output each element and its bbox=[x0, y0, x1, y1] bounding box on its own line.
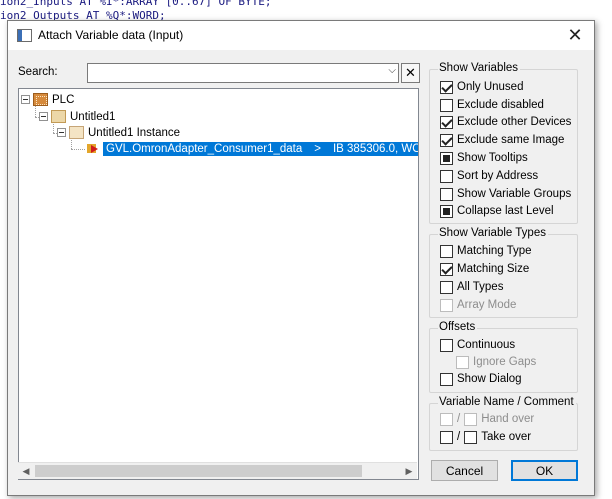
collapse-icon[interactable] bbox=[39, 112, 48, 121]
checkbox-label: Only Unused bbox=[457, 81, 524, 93]
checkbox-unchecked[interactable] bbox=[440, 187, 453, 201]
checkbox-label: All Types bbox=[457, 281, 504, 293]
only-unused-checkbox[interactable]: Only Unused bbox=[440, 79, 523, 95]
variable-link-icon bbox=[87, 143, 100, 154]
horizontal-scrollbar[interactable]: ◀ ▶ bbox=[18, 462, 417, 479]
checkbox-label: Matching Size bbox=[457, 263, 530, 275]
variable-address: IB 385306.0, WOR bbox=[332, 142, 418, 155]
show-variables-title: Show Variables bbox=[438, 62, 521, 74]
instance-icon bbox=[69, 126, 84, 139]
collapse-last-level-checkbox[interactable]: Collapse last Level bbox=[440, 203, 554, 219]
checkbox-label: Hand over bbox=[481, 413, 535, 425]
scrollbar-thumb[interactable] bbox=[35, 465, 362, 477]
variable-name-comment-title: Variable Name / Comment bbox=[438, 396, 576, 408]
code-line-inputs: ion2_Inputs AT %I*:ARRAY [0..67] OF BYTE… bbox=[0, 0, 272, 8]
tree-node-plc[interactable]: PLC bbox=[21, 92, 74, 107]
separator-slash: / bbox=[457, 431, 461, 443]
tree-node-label: Untitled1 bbox=[70, 110, 116, 123]
sort-by-address-checkbox[interactable]: Sort by Address bbox=[440, 168, 538, 184]
ok-button[interactable]: OK bbox=[511, 460, 578, 481]
exclude-disabled-checkbox[interactable]: Exclude disabled bbox=[440, 97, 544, 113]
dialog-title: Attach Variable data (Input) bbox=[38, 28, 184, 42]
tree-node-label: PLC bbox=[52, 93, 75, 106]
checkbox-disabled bbox=[440, 298, 453, 312]
plc-icon bbox=[33, 93, 48, 106]
matching-type-checkbox[interactable]: Matching Type bbox=[440, 243, 532, 259]
checkbox-disabled bbox=[456, 355, 469, 369]
checkbox-checked[interactable] bbox=[440, 80, 453, 94]
checkbox-label: Array Mode bbox=[457, 299, 517, 311]
checkbox-unchecked[interactable] bbox=[440, 98, 453, 112]
checkbox-label: Exclude disabled bbox=[457, 99, 544, 111]
chevron-down-icon[interactable]: ⌵ bbox=[388, 65, 396, 76]
variable-tree[interactable]: PLC Untitled1 Untitled1 Instance GVL.Omr… bbox=[18, 88, 419, 480]
tree-node-untitled1[interactable]: Untitled1 bbox=[39, 109, 115, 124]
collapse-icon[interactable] bbox=[21, 95, 30, 104]
show-dialog-checkbox[interactable]: Show Dialog bbox=[440, 371, 522, 387]
variable-name: GVL.OmronAdapter_Consumer1_data bbox=[106, 142, 303, 155]
checkbox-unchecked[interactable] bbox=[440, 244, 453, 258]
show-tooltips-checkbox[interactable]: Show Tooltips bbox=[440, 150, 528, 166]
exclude-same-image-checkbox[interactable]: Exclude same Image bbox=[440, 132, 564, 148]
checkbox-label: Matching Type bbox=[457, 245, 532, 257]
array-mode-checkbox: Array Mode bbox=[440, 297, 516, 313]
checkbox-unchecked[interactable] bbox=[464, 430, 478, 444]
checkbox-label: Show Variable Groups bbox=[457, 188, 572, 200]
attach-variable-dialog: Attach Variable data (Input) ✕ Search: ⌵… bbox=[7, 20, 595, 496]
take-over-row[interactable]: / Take over bbox=[440, 429, 531, 445]
checkbox-label: Continuous bbox=[457, 339, 516, 351]
checkbox-unchecked[interactable] bbox=[440, 280, 453, 294]
ignore-gaps-checkbox: Ignore Gaps bbox=[456, 354, 536, 370]
checkbox-label: Take over bbox=[481, 431, 532, 443]
show-variable-groups-checkbox[interactable]: Show Variable Groups bbox=[440, 186, 571, 202]
selected-variable[interactable]: GVL.OmronAdapter_Consumer1_data > IB 385… bbox=[103, 141, 418, 156]
checkbox-unchecked[interactable] bbox=[440, 430, 453, 444]
scroll-left-icon[interactable]: ◀ bbox=[18, 463, 34, 479]
checkbox-disabled bbox=[464, 412, 478, 426]
checkbox-label: Ignore Gaps bbox=[473, 356, 537, 368]
arrow-separator: > bbox=[314, 142, 321, 155]
checkbox-unchecked[interactable] bbox=[440, 169, 453, 183]
search-input[interactable]: ⌵ bbox=[87, 63, 399, 83]
collapse-icon[interactable] bbox=[57, 128, 66, 137]
cancel-button[interactable]: Cancel bbox=[431, 460, 498, 481]
search-label: Search: bbox=[18, 66, 58, 78]
tree-node-untitled1-instance[interactable]: Untitled1 Instance bbox=[57, 125, 180, 140]
checkbox-label: Collapse last Level bbox=[457, 205, 554, 217]
checkbox-indeterminate[interactable] bbox=[440, 151, 453, 165]
checkbox-indeterminate[interactable] bbox=[440, 204, 453, 218]
close-icon[interactable]: ✕ bbox=[564, 24, 586, 46]
show-variable-types-title: Show Variable Types bbox=[438, 227, 548, 239]
window-icon bbox=[17, 29, 32, 42]
checkbox-unchecked[interactable] bbox=[440, 338, 453, 352]
separator-slash: / bbox=[457, 413, 461, 425]
offsets-title: Offsets bbox=[438, 321, 478, 333]
checkbox-unchecked[interactable] bbox=[440, 372, 453, 386]
checkbox-checked[interactable] bbox=[440, 262, 453, 276]
all-types-checkbox[interactable]: All Types bbox=[440, 279, 503, 295]
hand-over-row: / Hand over bbox=[440, 411, 534, 427]
matching-size-checkbox[interactable]: Matching Size bbox=[440, 261, 529, 277]
checkbox-checked[interactable] bbox=[440, 133, 453, 147]
checkbox-label: Sort by Address bbox=[457, 170, 539, 182]
checkbox-label: Exclude other Devices bbox=[457, 116, 572, 128]
tree-node-omron-consumer-data[interactable]: GVL.OmronAdapter_Consumer1_data > IB 385… bbox=[87, 141, 418, 156]
checkbox-checked[interactable] bbox=[440, 115, 453, 129]
task-icon bbox=[51, 110, 66, 123]
tree-node-label: Untitled1 Instance bbox=[88, 126, 181, 139]
continuous-checkbox[interactable]: Continuous bbox=[440, 337, 515, 353]
clear-search-button[interactable]: ✕ bbox=[401, 63, 420, 83]
checkbox-label: Show Tooltips bbox=[457, 152, 528, 164]
checkbox-disabled bbox=[440, 412, 453, 426]
title-bar[interactable]: Attach Variable data (Input) ✕ bbox=[8, 21, 594, 50]
exclude-other-devices-checkbox[interactable]: Exclude other Devices bbox=[440, 114, 571, 130]
scroll-right-icon[interactable]: ▶ bbox=[401, 463, 417, 479]
checkbox-label: Exclude same Image bbox=[457, 134, 565, 146]
checkbox-label: Show Dialog bbox=[457, 373, 522, 385]
